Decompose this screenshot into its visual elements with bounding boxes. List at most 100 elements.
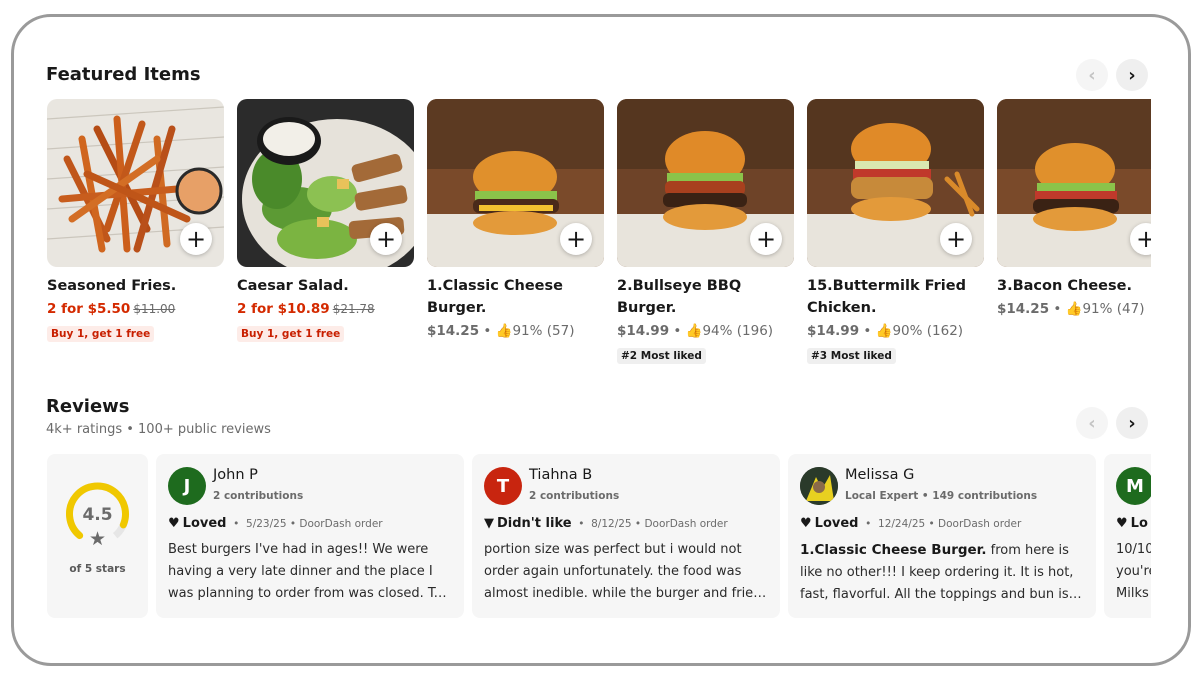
add-to-cart-button[interactable]: + <box>370 223 402 255</box>
plus-icon: + <box>185 225 207 253</box>
add-to-cart-button[interactable]: + <box>180 223 212 255</box>
reviews-title: Reviews <box>46 396 130 417</box>
review-date: 8/12/25 • DoorDash order <box>591 518 728 530</box>
featured-item[interactable]: + Caesar Salad. 2 for $10.89 $21.78 Buy 1… <box>237 99 414 342</box>
review-date: 12/24/25 • DoorDash order <box>878 518 1022 530</box>
rating-label: of 5 stars <box>69 563 126 575</box>
heart-icon: ♥ <box>1116 516 1128 531</box>
add-to-cart-button[interactable]: + <box>750 223 782 255</box>
thumbs-up-icon: 👍 <box>875 323 893 339</box>
avatar: T <box>484 467 522 505</box>
review-item-highlight: 1.Classic Cheese Burger. <box>800 542 987 558</box>
featured-item[interactable]: + Seasoned Fries. 2 for $5.50 $11.00 Buy … <box>47 99 224 342</box>
review-card[interactable]: Melissa G Local Expert • 149 contributio… <box>788 454 1096 618</box>
reviewer-contributions: 2 contributions <box>529 490 620 502</box>
thumbs-up-icon: 👍 <box>1065 301 1083 317</box>
promo-badge: Buy 1, get 1 free <box>47 326 155 342</box>
plus-icon: + <box>1136 227 1151 251</box>
deal-price: 2 for $10.89 <box>237 301 330 317</box>
reviews-carousel: 4.5 ★ of 5 stars J John P 2 contribution… <box>47 454 1151 618</box>
review-card[interactable]: M ♥Lo 10/10 you're Milks <box>1104 454 1151 618</box>
avatar: J <box>168 467 206 505</box>
most-liked-badge: #3 Most liked <box>807 348 896 364</box>
price: $14.25 <box>427 323 480 339</box>
featured-items-carousel: + Seasoned Fries. 2 for $5.50 $11.00 Buy … <box>47 99 1151 389</box>
reviewer-contributions: 2 contributions <box>213 490 304 502</box>
rating: 91% (57) <box>512 323 575 339</box>
burger-photo[interactable]: + <box>427 99 604 267</box>
add-to-cart-button[interactable]: + <box>940 223 972 255</box>
review-text: portion size was perfect but i would not… <box>484 542 760 601</box>
chevron-left-icon: ‹ <box>1088 412 1096 434</box>
review-text: Best burgers I've had in ages!! We were … <box>168 542 450 601</box>
heart-icon: ♥ <box>800 516 812 531</box>
profile-photo <box>800 467 838 505</box>
price: $14.99 <box>807 323 860 339</box>
item-price: $14.25 • 👍91% (47) <box>997 301 1145 317</box>
item-name: 15.Buttermilk Fried Chicken. <box>807 278 966 316</box>
featured-item[interactable]: + 3.Bacon Cheese. $14.25 • 👍91% (47) <box>997 99 1151 319</box>
review-card[interactable]: T Tiahna B 2 contributions ▼ Didn't like … <box>472 454 780 618</box>
chevron-right-icon: › <box>1128 412 1136 434</box>
review-date: 5/23/25 • DoorDash order <box>246 518 383 530</box>
item-price: $14.25 • 👍91% (57) <box>427 323 575 339</box>
deal-price: 2 for $5.50 <box>47 301 131 317</box>
reviews-next-button[interactable]: › <box>1116 407 1148 439</box>
rating: 91% (47) <box>1082 301 1145 317</box>
item-name: Seasoned Fries. <box>47 278 177 294</box>
item-price: $14.99 • 👍94% (196) <box>617 323 774 339</box>
plus-icon: + <box>945 225 967 253</box>
avatar: M <box>1116 467 1151 505</box>
plus-icon: + <box>755 225 777 253</box>
burger-photo[interactable]: + <box>997 99 1151 267</box>
rating: 90% (162) <box>892 323 964 339</box>
plus-icon: + <box>375 225 397 253</box>
fries-photo[interactable]: + <box>47 99 224 267</box>
review-reaction: ♥ Loved • 12/24/25 • DoorDash order <box>800 516 1022 531</box>
featured-prev-button[interactable]: ‹ <box>1076 59 1108 91</box>
most-liked-badge: #2 Most liked <box>617 348 706 364</box>
reviewer-name[interactable]: Tiahna B <box>529 467 592 483</box>
promo-badge: Buy 1, get 1 free <box>237 326 345 342</box>
item-name: Caesar Salad. <box>237 278 349 294</box>
original-price: $21.78 <box>332 302 375 316</box>
salad-photo[interactable]: + <box>237 99 414 267</box>
reviewer-name[interactable]: Melissa G <box>845 467 914 483</box>
reaction-label: Lo <box>1130 516 1148 531</box>
review-reaction: ♥ Loved • 5/23/25 • DoorDash order <box>168 516 383 531</box>
reaction-label: Loved <box>814 516 859 531</box>
burger-photo[interactable]: + <box>617 99 794 267</box>
featured-item[interactable]: + 2.Bullseye BBQ Burger. $14.99 • 👍94% (… <box>617 99 794 364</box>
rating: 94% (196) <box>702 323 774 339</box>
featured-items-title: Featured Items <box>46 64 201 85</box>
review-card[interactable]: J John P 2 contributions ♥ Loved • 5/23/2… <box>156 454 464 618</box>
chicken-sandwich-photo[interactable]: + <box>807 99 984 267</box>
reviewer-contributions: Local Expert • 149 contributions <box>845 490 1038 502</box>
featured-next-button[interactable]: › <box>1116 59 1148 91</box>
star-icon: ★ <box>88 528 107 550</box>
reviews-summary: 4k+ ratings • 100+ public reviews <box>46 422 271 437</box>
item-name: 2.Bullseye BBQ Burger. <box>617 278 742 316</box>
heart-icon: ♥ <box>168 516 180 531</box>
reviewer-name[interactable]: John P <box>213 467 258 483</box>
review-text: 10/10 you're Milks <box>1116 542 1151 601</box>
price: $14.99 <box>617 323 670 339</box>
thumbs-up-icon: 👍 <box>685 323 703 339</box>
featured-item[interactable]: + 15.Buttermilk Fried Chicken. $14.99 • … <box>807 99 984 364</box>
chevron-left-icon: ‹ <box>1088 64 1096 86</box>
plus-icon: + <box>565 225 587 253</box>
featured-item[interactable]: + 1.Classic Cheese Burger. $14.25 • 👍91%… <box>427 99 604 341</box>
item-name: 3.Bacon Cheese. <box>997 278 1132 294</box>
reviews-prev-button[interactable]: ‹ <box>1076 407 1108 439</box>
avatar <box>800 467 838 505</box>
review-text: 1.Classic Cheese Burger. from here is li… <box>800 539 1084 606</box>
review-reaction: ♥ Lo <box>1116 516 1148 531</box>
thumbs-up-icon: 👍 <box>495 323 513 339</box>
review-reaction: ▼ Didn't like • 8/12/25 • DoorDash order <box>484 516 728 531</box>
rating-value: 4.5 <box>82 505 113 525</box>
item-price: $14.99 • 👍90% (162) <box>807 323 964 339</box>
add-to-cart-button[interactable]: + <box>560 223 592 255</box>
overall-rating-card: 4.5 ★ of 5 stars <box>47 454 148 618</box>
price: $14.25 <box>997 301 1050 317</box>
item-name: 1.Classic Cheese Burger. <box>427 278 563 316</box>
